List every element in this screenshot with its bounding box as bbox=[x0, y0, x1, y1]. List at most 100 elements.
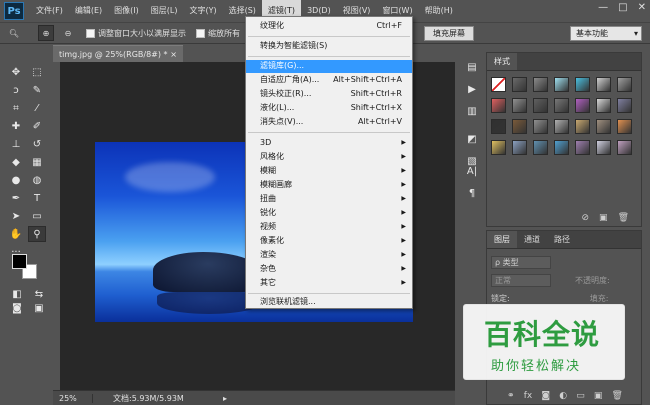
path-select-tool-icon[interactable]: ➤ bbox=[7, 208, 25, 224]
gradient-tool-icon[interactable]: ▦ bbox=[28, 154, 46, 170]
quick-select-tool-icon[interactable]: ✎ bbox=[28, 82, 46, 98]
zoom-out-icon[interactable]: ⊖ bbox=[60, 25, 76, 41]
menu-item-3d[interactable]: 3D ▶ bbox=[246, 137, 412, 150]
quick-mask-icon[interactable]: ◙ bbox=[8, 300, 26, 316]
style-swatch[interactable] bbox=[554, 119, 569, 134]
eyedropper-tool-icon[interactable]: ⁄ bbox=[28, 100, 46, 116]
group-icon[interactable]: ▭ bbox=[576, 391, 585, 401]
marquee-tool-icon[interactable]: ⬚ bbox=[28, 64, 46, 80]
new-layer-icon[interactable]: ▣ bbox=[594, 391, 603, 401]
foreground-color-swatch[interactable] bbox=[12, 254, 27, 269]
zoom-in-icon[interactable]: ⊕ bbox=[38, 25, 54, 41]
close-window-button[interactable]: ✕ bbox=[638, 2, 646, 13]
style-swatch[interactable] bbox=[575, 98, 590, 113]
move-tool-icon[interactable]: ✥ bbox=[7, 64, 25, 80]
paragraph-panel-icon[interactable]: ¶ bbox=[464, 185, 480, 201]
clear-style-icon[interactable]: ⊘ bbox=[582, 213, 590, 223]
style-swatch[interactable] bbox=[491, 77, 506, 92]
shape-tool-icon[interactable]: ▭ bbox=[28, 208, 46, 224]
style-swatch[interactable] bbox=[533, 77, 548, 92]
status-zoom[interactable]: 25% bbox=[53, 393, 93, 403]
crop-tool-icon[interactable]: ⌗ bbox=[7, 100, 25, 116]
style-swatch[interactable] bbox=[596, 77, 611, 92]
menu-item-other[interactable]: 其它 ▶ bbox=[246, 277, 412, 290]
menu-item-texturizer[interactable]: 纹理化 Ctrl+F bbox=[246, 20, 412, 33]
menu-item-sharpen[interactable]: 锐化 ▶ bbox=[246, 207, 412, 220]
tab-styles[interactable]: 样式 bbox=[487, 53, 517, 70]
style-swatch[interactable] bbox=[512, 77, 527, 92]
adjustments-panel-icon[interactable]: ◩ bbox=[464, 131, 480, 147]
menu-item-lens-correction[interactable]: 镜头校正(R)... Shift+Ctrl+R bbox=[246, 88, 412, 101]
style-swatch[interactable] bbox=[596, 98, 611, 113]
new-style-icon[interactable]: ▣ bbox=[599, 213, 608, 223]
menu-help[interactable]: 帮助(H) bbox=[419, 0, 459, 22]
menu-item-render[interactable]: 渲染 ▶ bbox=[246, 249, 412, 262]
menu-item-stylize[interactable]: 风格化 ▶ bbox=[246, 151, 412, 164]
style-swatch[interactable] bbox=[491, 119, 506, 134]
menu-item-browse-online-filters[interactable]: 浏览联机滤镜... bbox=[246, 296, 412, 309]
healing-brush-tool-icon[interactable]: ✚ bbox=[7, 118, 25, 134]
delete-layer-icon[interactable]: 🗑︎ bbox=[612, 391, 623, 401]
zoom-tool-preset-icon[interactable]: 🔍︎ bbox=[6, 25, 22, 41]
layer-style-icon[interactable]: fx bbox=[524, 391, 533, 401]
style-swatch[interactable] bbox=[617, 77, 632, 92]
style-swatch[interactable] bbox=[554, 77, 569, 92]
restore-button[interactable]: □ bbox=[618, 2, 627, 13]
minimize-button[interactable]: — bbox=[598, 2, 608, 13]
style-swatch[interactable] bbox=[617, 98, 632, 113]
document-tab[interactable]: timg.jpg @ 25%(RGB/8#) * × bbox=[53, 45, 183, 62]
menu-item-video[interactable]: 视频 ▶ bbox=[246, 221, 412, 234]
dodge-tool-icon[interactable]: ◍ bbox=[28, 172, 46, 188]
style-swatch[interactable] bbox=[512, 140, 527, 155]
style-swatch[interactable] bbox=[596, 140, 611, 155]
menu-item-pixelate[interactable]: 像素化 ▶ bbox=[246, 235, 412, 248]
resize-windows-checkbox[interactable] bbox=[86, 28, 95, 38]
menu-item-liquify[interactable]: 液化(L)... Shift+Ctrl+X bbox=[246, 102, 412, 115]
close-tab-icon[interactable]: × bbox=[170, 46, 177, 63]
history-panel-icon[interactable]: ▤ bbox=[464, 59, 480, 75]
properties-panel-icon[interactable]: ▥ bbox=[464, 103, 480, 119]
style-swatch[interactable] bbox=[491, 98, 506, 113]
style-swatch[interactable] bbox=[575, 119, 590, 134]
style-swatch[interactable] bbox=[533, 140, 548, 155]
brush-tool-icon[interactable]: ✐ bbox=[28, 118, 46, 134]
style-swatch[interactable] bbox=[554, 140, 569, 155]
style-swatch[interactable] bbox=[533, 98, 548, 113]
menu-item-filter-gallery[interactable]: 滤镜库(G)... bbox=[246, 60, 412, 73]
menu-layer[interactable]: 图层(L) bbox=[145, 0, 184, 22]
link-layers-icon[interactable]: ⚭ bbox=[507, 391, 515, 401]
style-swatch[interactable] bbox=[596, 119, 611, 134]
menu-file[interactable]: 文件(F) bbox=[30, 0, 69, 22]
zoom-all-checkbox[interactable] bbox=[196, 28, 205, 38]
zoom-tool-icon[interactable]: ⚲ bbox=[28, 226, 46, 242]
menu-type[interactable]: 文字(Y) bbox=[183, 0, 222, 22]
blend-mode-select[interactable]: 正常 bbox=[491, 273, 551, 287]
character-panel-icon[interactable]: A| bbox=[464, 163, 480, 179]
screen-mode-icon[interactable]: ▣ bbox=[30, 300, 48, 316]
menu-edit[interactable]: 编辑(E) bbox=[69, 0, 108, 22]
style-swatch[interactable] bbox=[617, 140, 632, 155]
hand-tool-icon[interactable]: ✋ bbox=[7, 226, 25, 242]
layer-mask-icon[interactable]: ◙ bbox=[541, 391, 550, 401]
menu-item-distort[interactable]: 扭曲 ▶ bbox=[246, 193, 412, 206]
tab-layers[interactable]: 图层 bbox=[487, 231, 517, 248]
menu-item-vanishing-point[interactable]: 消失点(V)... Alt+Ctrl+V bbox=[246, 116, 412, 129]
clone-stamp-tool-icon[interactable]: ⊥ bbox=[7, 136, 25, 152]
status-menu-arrow-icon[interactable]: ▸ bbox=[223, 394, 227, 403]
lasso-tool-icon[interactable]: ↄ bbox=[7, 82, 25, 98]
tab-paths[interactable]: 路径 bbox=[547, 231, 577, 248]
style-swatch[interactable] bbox=[491, 140, 506, 155]
type-tool-icon[interactable]: T bbox=[28, 190, 46, 206]
menu-item-adaptive-wide-angle[interactable]: 自适应广角(A)... Alt+Shift+Ctrl+A bbox=[246, 74, 412, 87]
tab-channels[interactable]: 通道 bbox=[517, 231, 547, 248]
pen-tool-icon[interactable]: ✒ bbox=[7, 190, 25, 206]
fill-screen-button[interactable]: 填充屏幕 bbox=[424, 26, 474, 41]
adjustment-layer-icon[interactable]: ◐ bbox=[559, 391, 567, 401]
layer-kind-filter[interactable]: ρ 类型 bbox=[491, 255, 551, 269]
style-swatch[interactable] bbox=[575, 77, 590, 92]
style-swatch[interactable] bbox=[554, 98, 569, 113]
menu-image[interactable]: 图像(I) bbox=[108, 0, 145, 22]
workspace-select[interactable]: 基本功能 ▾ bbox=[570, 26, 642, 41]
delete-style-icon[interactable]: 🗑︎ bbox=[618, 213, 629, 223]
style-swatch[interactable] bbox=[512, 119, 527, 134]
